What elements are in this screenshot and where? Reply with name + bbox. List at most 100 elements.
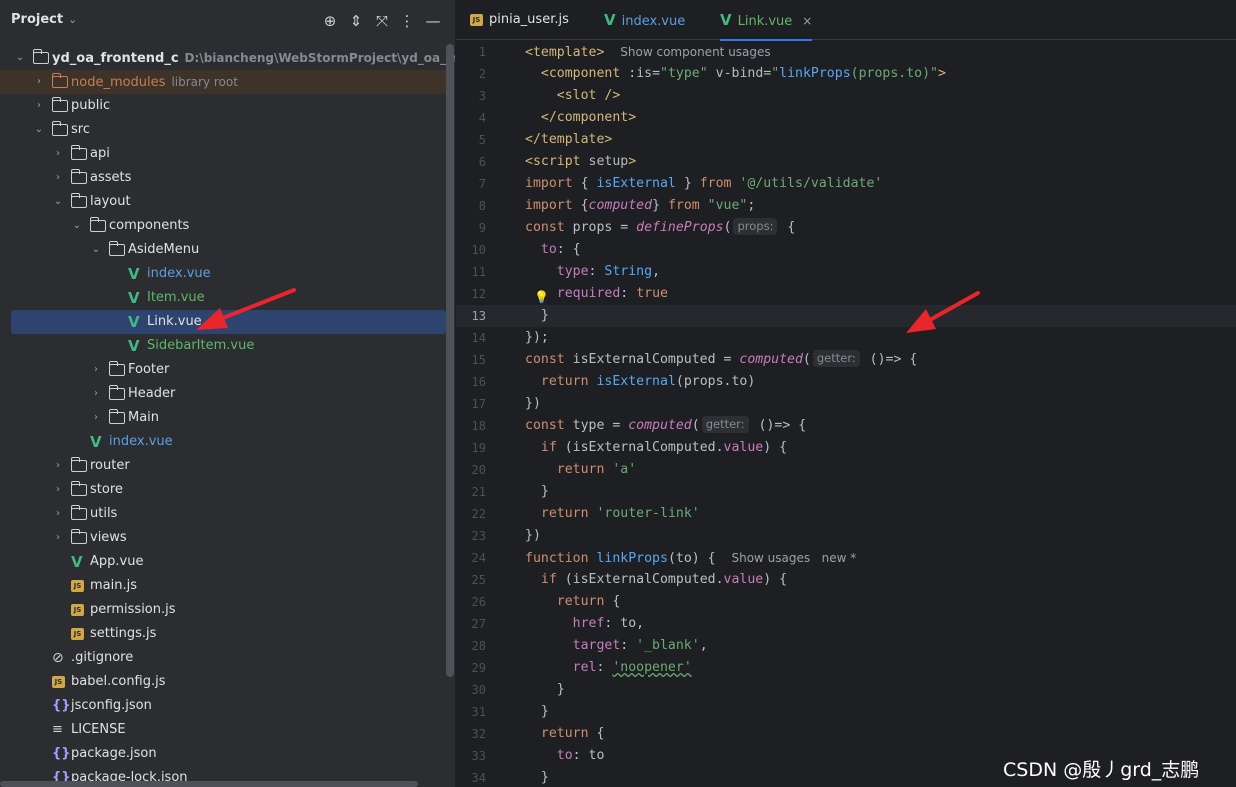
chevron-down-icon[interactable]: ⌄	[71, 214, 83, 238]
tree-item[interactable]: ≡ LICENSE	[0, 718, 446, 742]
code-line[interactable]: 19 if (isExternalComputed.value) {	[456, 437, 1236, 459]
chevron-right-icon[interactable]: ›	[90, 406, 102, 430]
code-line[interactable]: 4 </component>	[456, 107, 1236, 129]
code-line[interactable]: 24 function linkProps(to) { Show usages n…	[456, 547, 1236, 569]
code-line[interactable]: 9 const props = defineProps(props: {	[456, 217, 1236, 239]
crosshair-icon[interactable]: ⊕	[320, 10, 340, 32]
code-token: });	[525, 330, 549, 345]
chevron-right-icon[interactable]: ›	[52, 142, 64, 166]
code-line[interactable]: 32 return {	[456, 723, 1236, 745]
code-token: if	[540, 572, 557, 587]
code-line[interactable]: 16 return isExternal(props.to)	[456, 371, 1236, 393]
code-line[interactable]: 2 <component :is="type" v-bind="linkProp…	[456, 63, 1236, 85]
chevron-down-icon[interactable]: ⌄	[33, 118, 45, 142]
code-line[interactable]: 23})	[456, 525, 1236, 547]
annotation-arrow-right	[906, 291, 980, 333]
tree-item[interactable]: › Main	[0, 406, 446, 430]
code-line[interactable]: 21 }	[456, 481, 1236, 503]
chevron-down-icon[interactable]: ⌄	[52, 190, 64, 214]
line-number: 19	[471, 441, 486, 455]
tree-item[interactable]: › utils	[0, 502, 446, 526]
tree-item[interactable]: ⌄ components	[0, 214, 446, 238]
code-token: '@/utils/validate'	[739, 176, 883, 191]
chevron-right-icon[interactable]: ›	[52, 478, 64, 502]
code-line[interactable]: 1 <template> Show component usages	[456, 41, 1236, 63]
code-line[interactable]: 27 href: to,	[456, 613, 1236, 635]
code-line[interactable]: 8 import {computed} from "vue";	[456, 195, 1236, 217]
tree-item[interactable]: ⌄ src	[0, 118, 446, 142]
tree-item[interactable]: › Footer	[0, 358, 446, 382]
close-icon[interactable]: ×	[802, 14, 812, 28]
code-line[interactable]: 3 <slot />	[456, 85, 1236, 107]
tree-item[interactable]: ⊘ .gitignore	[0, 646, 446, 670]
code-line[interactable]: 29 rel: 'noopener'	[456, 657, 1236, 679]
tree-item[interactable]: › Header	[0, 382, 446, 406]
chevron-down-icon[interactable]: ⌄	[14, 46, 26, 70]
code-line[interactable]: 28 target: '_blank',	[456, 635, 1236, 657]
inlay-hint[interactable]: Show usages new *	[731, 551, 856, 565]
tree-item[interactable]: ⌄ layout	[0, 190, 446, 214]
tree-item[interactable]: JS settings.js	[0, 622, 446, 646]
code-line[interactable]: 11 type: String,	[456, 261, 1236, 283]
code-line[interactable]: 22 return 'router-link'	[456, 503, 1236, 525]
code-line[interactable]: 18 const type = computed(getter: ()=> {	[456, 415, 1236, 437]
tree-item[interactable]: › node_modules library root	[0, 70, 446, 94]
chevron-right-icon[interactable]: ›	[52, 526, 64, 550]
more-icon[interactable]: ⋮	[397, 10, 417, 32]
code-line[interactable]: 10 to: {	[456, 239, 1236, 261]
project-view-selector[interactable]: Project ⌄	[11, 12, 77, 27]
tree-item[interactable]: › assets	[0, 166, 446, 190]
code-line[interactable]: 26 return {	[456, 591, 1236, 613]
code-line[interactable]: 30 }	[456, 679, 1236, 701]
code-line[interactable]: 15 const isExternalComputed = computed(ge…	[456, 349, 1236, 371]
tree-item[interactable]: › api	[0, 142, 446, 166]
chevron-right-icon[interactable]: ›	[90, 358, 102, 382]
collapse-all-icon[interactable]: ⤧	[372, 10, 392, 32]
editor-tab[interactable]: Vindex.vue	[604, 0, 685, 40]
tree-item[interactable]: ⌄ AsideMenu	[0, 238, 446, 262]
editor-tab[interactable]: JS pinia_user.js	[470, 0, 569, 40]
expand-all-icon[interactable]: ⇕	[346, 10, 366, 32]
code-line[interactable]: 17})	[456, 393, 1236, 415]
code-line[interactable]: 20 return 'a'	[456, 459, 1236, 481]
chevron-right-icon[interactable]: ›	[33, 94, 45, 118]
tree-item[interactable]: JS babel.config.js	[0, 670, 446, 694]
chevron-right-icon[interactable]: ›	[33, 70, 45, 94]
vertical-scrollbar[interactable]	[446, 44, 454, 677]
code-line[interactable]: 5 </template>	[456, 129, 1236, 151]
chevron-right-icon[interactable]: ›	[90, 382, 102, 406]
code-line[interactable]: 14});	[456, 327, 1236, 349]
code-line[interactable]: 12 required: true 💡	[456, 283, 1236, 305]
horizontal-scrollbar[interactable]	[0, 781, 418, 787]
tree-item[interactable]: ⌄ yd_oa_frontend_c D:\biancheng\WebStormPr…	[0, 46, 455, 70]
tree-item[interactable]: JS main.js	[0, 574, 446, 598]
tree-item[interactable]: Vindex.vue	[0, 430, 446, 454]
code-line[interactable]: 31 }	[456, 701, 1236, 723]
tree-item[interactable]: JS permission.js	[0, 598, 446, 622]
code-line[interactable]: 13 }	[456, 305, 1236, 327]
code-text: <script setup>	[525, 151, 636, 173]
chevron-right-icon[interactable]: ›	[52, 502, 64, 526]
tree-item[interactable]: {} jsconfig.json	[0, 694, 446, 718]
code-editor[interactable]: JS pinia_user.js Vindex.vue V Link.vue × 1 <te…	[456, 0, 1236, 787]
tree-item[interactable]: › views	[0, 526, 446, 550]
chevron-right-icon[interactable]: ›	[52, 454, 64, 478]
tree-item[interactable]: › store	[0, 478, 446, 502]
code-line[interactable]: 7 import { isExternal } from '@/utils/val…	[456, 173, 1236, 195]
tree-item[interactable]: {} package.json	[0, 742, 446, 766]
chevron-right-icon[interactable]: ›	[52, 166, 64, 190]
inlay-hint[interactable]: Show component usages	[620, 45, 770, 59]
editor-tab[interactable]: V Link.vue ×	[720, 0, 813, 41]
tree-item[interactable]: › public	[0, 94, 446, 118]
code-token: const	[525, 352, 565, 367]
chevron-down-icon[interactable]: ⌄	[90, 238, 102, 262]
minimize-icon[interactable]: —	[423, 10, 443, 32]
tree-item[interactable]: V App.vue	[0, 550, 446, 574]
code-area[interactable]: 1 <template> Show component usages 2 <comp…	[456, 41, 1236, 787]
code-token: return	[540, 374, 589, 389]
code-line[interactable]: 25 if (isExternalComputed.value) {	[456, 569, 1236, 591]
tree-item[interactable]: › router	[0, 454, 446, 478]
code-line[interactable]: 6 <script setup>	[456, 151, 1236, 173]
